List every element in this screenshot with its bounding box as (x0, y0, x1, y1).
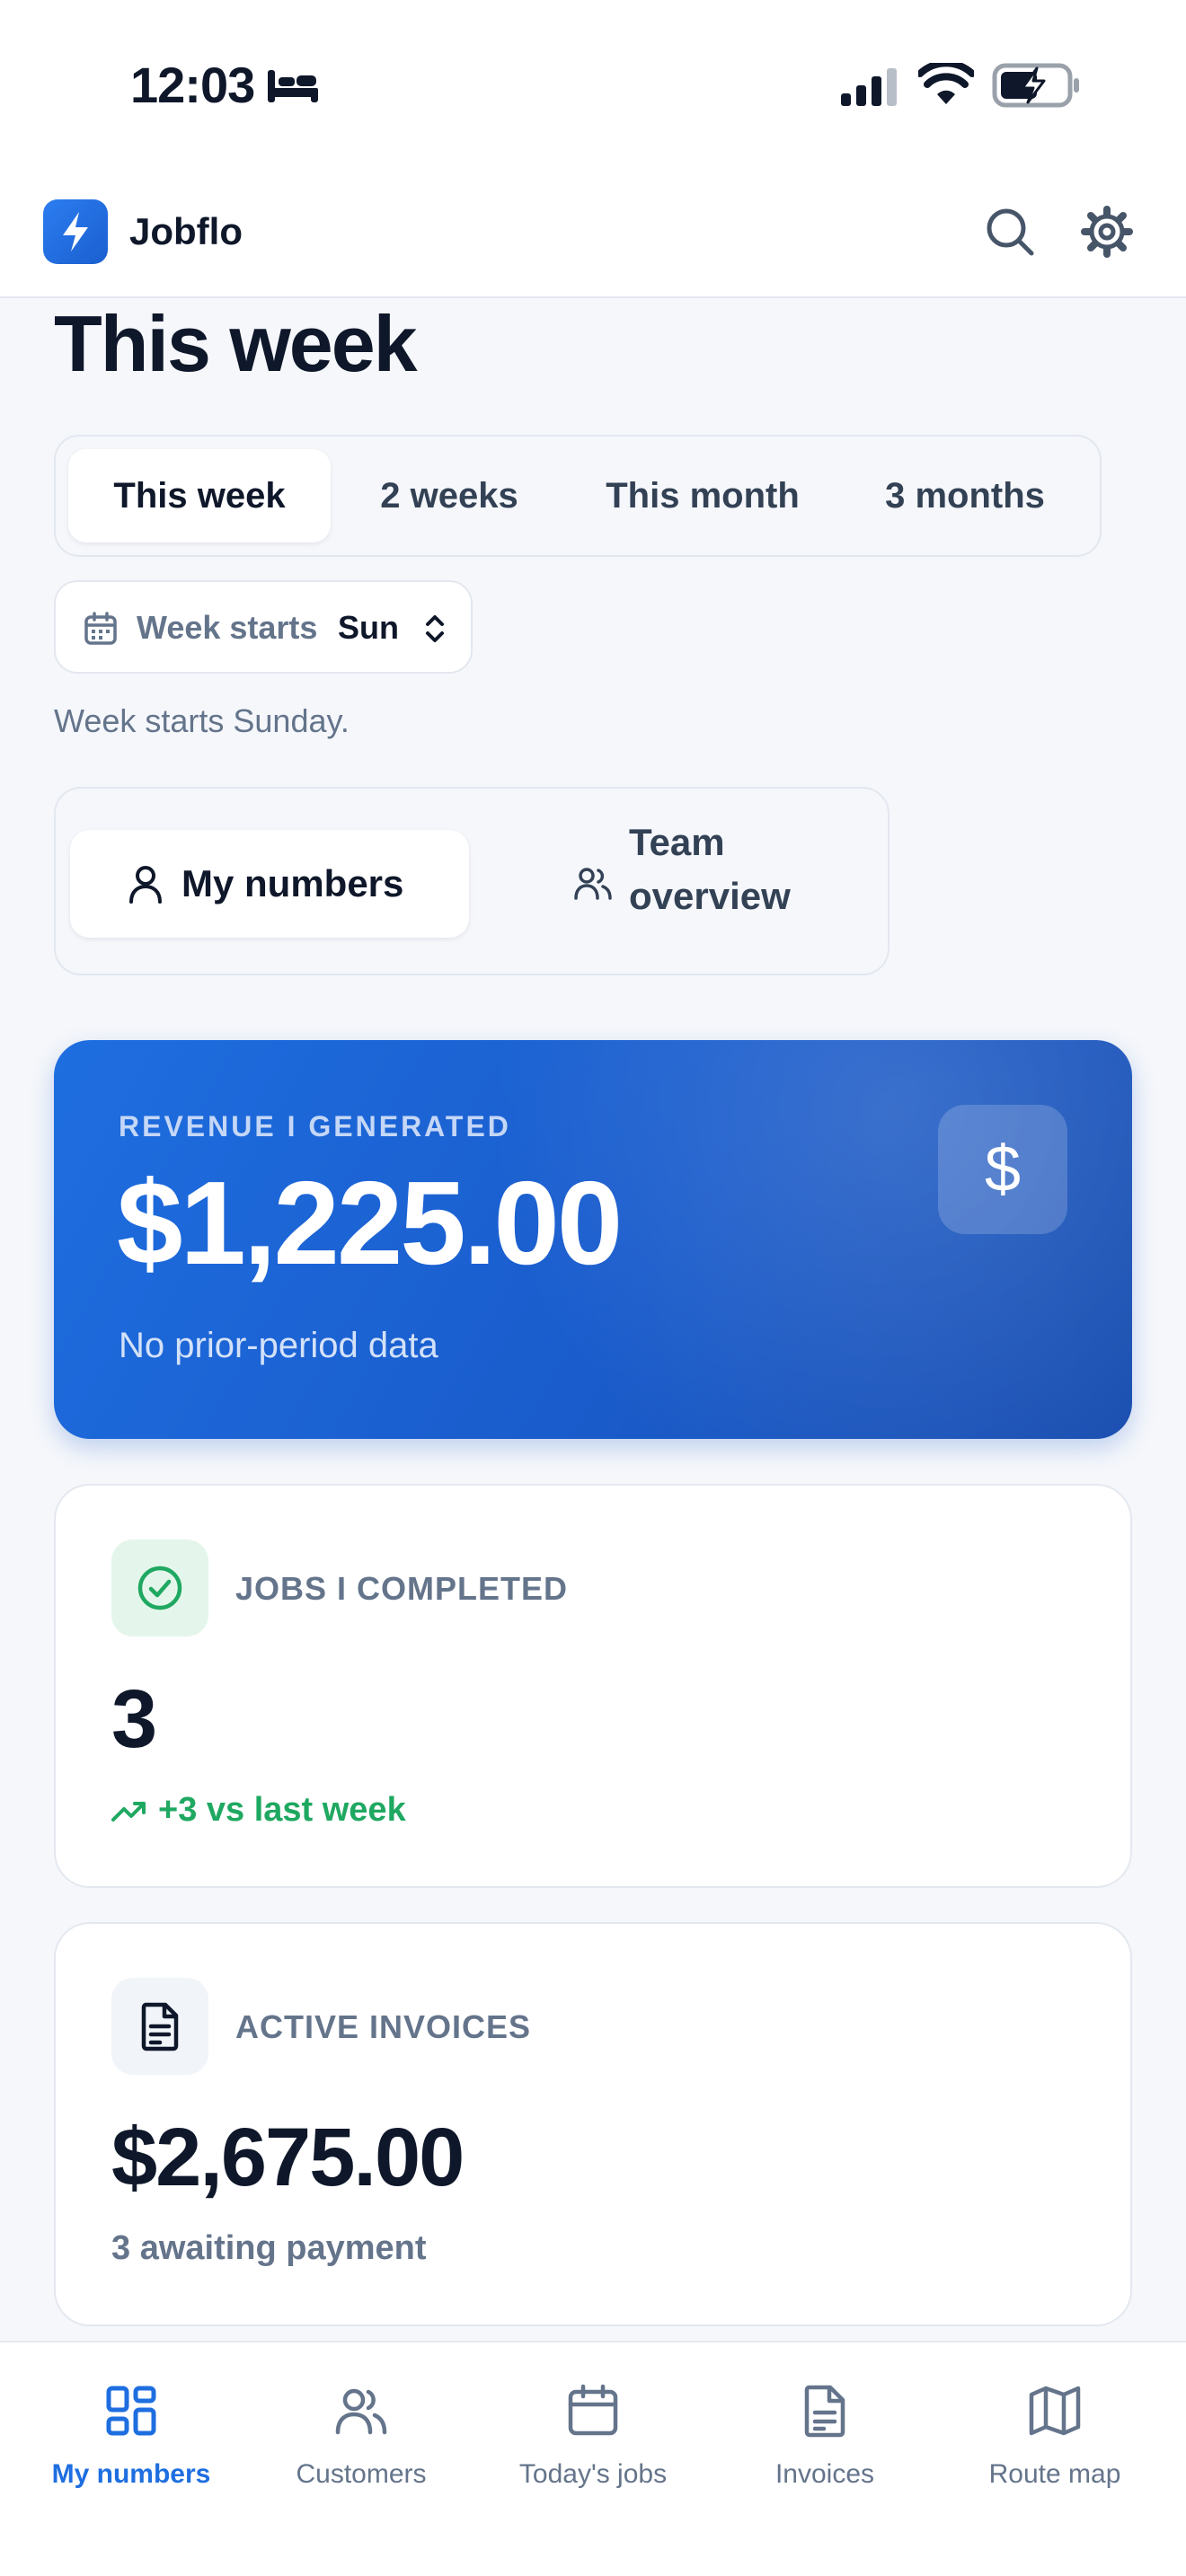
user-icon (129, 866, 162, 904)
lightning-icon (63, 212, 88, 251)
scope-team-overview[interactable]: Team overview (512, 816, 872, 950)
active-invoices-subtitle: 3 awaiting payment (111, 2229, 427, 2267)
jobs-completed-card[interactable]: JOBS I COMPLETED 3 +3 vs last week (54, 1484, 1132, 1888)
range-this-week[interactable]: This week (68, 449, 331, 543)
gear-icon (1081, 206, 1133, 258)
date-range-selector: This week 2 weeks This month 3 months (54, 435, 1102, 557)
tab-my-numbers-label: My numbers (51, 2459, 211, 2489)
range-this-month[interactable]: This month (568, 449, 837, 543)
app-name: Jobflo (129, 210, 243, 252)
revenue-value: $1,225.00 (117, 1157, 623, 1289)
tab-invoices-label: Invoices (774, 2459, 875, 2489)
active-invoices-card[interactable]: ACTIVE INVOICES $2,675.00 3 awaiting pay… (54, 1922, 1132, 2326)
tab-invoices[interactable]: Invoices (706, 2377, 943, 2511)
check-circle-icon-box (111, 1539, 208, 1636)
scope-team-overview-label: Team overview (629, 821, 791, 917)
active-invoices-value: $2,675.00 (111, 2112, 465, 2203)
jobs-completed-value: 3 (111, 1673, 157, 1765)
calendar-icon (568, 2384, 618, 2436)
document-icon (804, 2385, 845, 2438)
tab-customers-label: Customers (296, 2459, 427, 2489)
chevron-up-down-icon (426, 615, 444, 642)
team-icon (574, 868, 612, 900)
status-bar: 12:03 (0, 0, 1186, 171)
trending-up-icon (111, 1802, 146, 1822)
dashboard-icon (106, 2386, 156, 2436)
document-icon (141, 2002, 179, 2051)
revenue-card[interactable]: REVENUE I GENERATED $1,225.00 No prior-p… (54, 1040, 1132, 1439)
search-icon (987, 208, 1034, 256)
page-title: This week (54, 299, 418, 388)
document-icon-box (111, 1978, 208, 2075)
range-3-months[interactable]: 3 months (841, 449, 1089, 543)
app-header: Jobflo (0, 171, 1186, 298)
tab-my-numbers[interactable]: My numbers (13, 2377, 250, 2511)
scope-my-numbers-label: My numbers (181, 862, 404, 904)
users-icon (335, 2388, 387, 2435)
bottom-tab-bar: My numbers Customers Today's jobs Invoic… (0, 2341, 1186, 2576)
week-start-value: Sun (338, 609, 399, 646)
revenue-label: REVENUE I GENERATED (119, 1110, 511, 1142)
week-start-picker[interactable]: Week starts Sun (54, 580, 473, 674)
map-icon (1029, 2386, 1081, 2436)
check-circle-icon (137, 1566, 182, 1610)
settings-button[interactable] (1078, 203, 1136, 260)
revenue-subtitle: No prior-period data (119, 1326, 438, 1365)
range-2-weeks[interactable]: 2 weeks (334, 449, 564, 543)
week-start-label: Week starts (137, 609, 318, 646)
battery-charging-icon (992, 63, 1079, 108)
status-time: 12:03 (130, 57, 255, 113)
wifi-icon (918, 63, 974, 104)
scope-selector: My numbers Team overview (54, 787, 890, 975)
sleep-focus-icon (268, 70, 318, 102)
jobs-trend-text: +3 vs last week (158, 1791, 406, 1829)
calendar-icon (84, 612, 117, 645)
tab-route-map-label: Route map (988, 2459, 1121, 2489)
tab-customers[interactable]: Customers (243, 2377, 480, 2511)
tab-todays-jobs[interactable]: Today's jobs (474, 2377, 712, 2511)
tab-todays-jobs-label: Today's jobs (518, 2459, 668, 2489)
scope-my-numbers[interactable]: My numbers (70, 830, 469, 938)
cellular-signal-icon (841, 68, 897, 106)
week-start-hint: Week starts Sunday. (54, 702, 350, 739)
dollar-icon: $ (938, 1105, 1067, 1234)
active-invoices-label: ACTIVE INVOICES (235, 2008, 532, 2045)
tab-route-map[interactable]: Route map (936, 2377, 1173, 2511)
search-button[interactable] (981, 203, 1039, 260)
app-screen: 12:03 Jobflo This week This week 2 weeks… (0, 0, 1186, 2576)
app-logo (43, 199, 108, 264)
jobs-completed-label: JOBS I COMPLETED (235, 1570, 569, 1607)
